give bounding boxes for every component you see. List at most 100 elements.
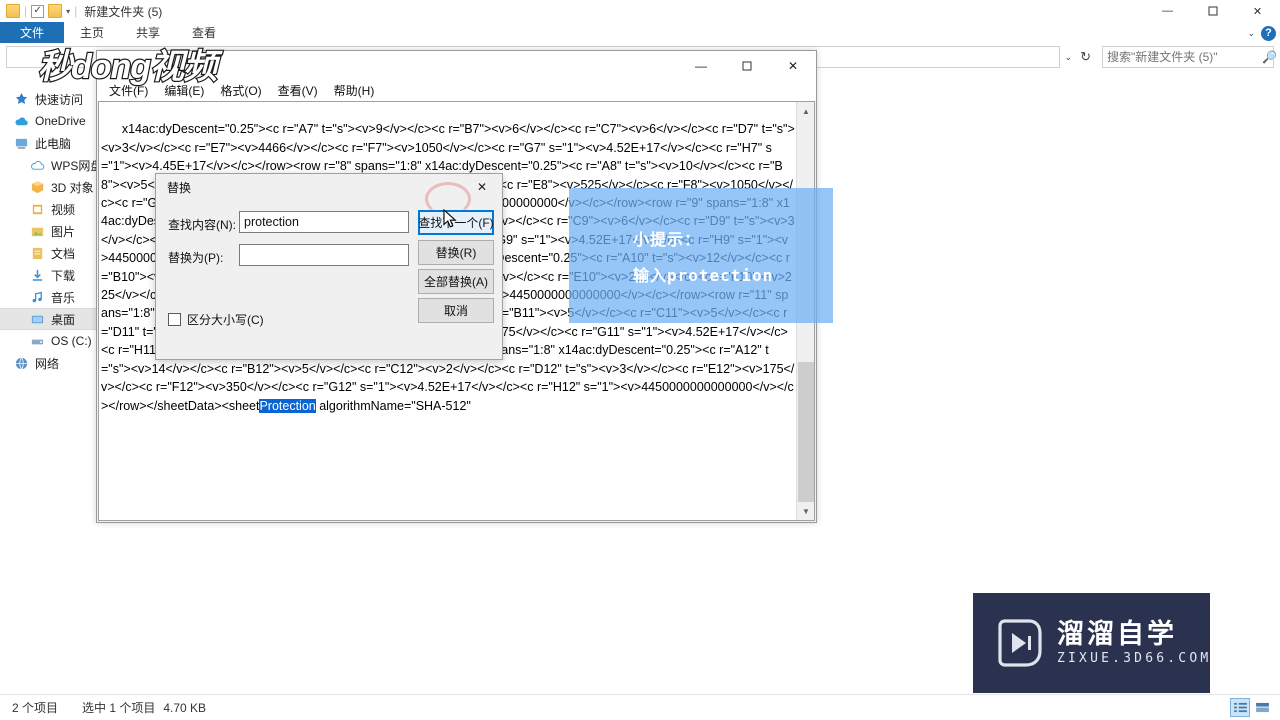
maximize-button[interactable]	[1190, 0, 1235, 22]
find-what-label: 查找内容(N):	[168, 218, 236, 232]
cloud-icon	[14, 114, 29, 129]
cube-icon	[30, 180, 45, 195]
refresh-icon[interactable]: ↻	[1080, 49, 1091, 65]
match-case-label: 区分大小写(C)	[187, 313, 264, 327]
address-bar-end-controls: ⌄ ↻	[1065, 49, 1097, 65]
picture-icon	[30, 224, 45, 239]
cloud-outline-icon	[30, 158, 45, 173]
minimize-button[interactable]: —	[1145, 0, 1190, 22]
find-next-button[interactable]: 查找下一个(F)	[418, 210, 494, 235]
sidebar-item-label: 文档	[51, 246, 76, 261]
sidebar-item-label: 网络	[35, 356, 60, 371]
menu-item-file[interactable]: 文件(F)	[101, 82, 156, 99]
chevron-down-icon[interactable]: ▾	[66, 7, 70, 16]
cancel-button[interactable]: 取消	[418, 298, 494, 323]
sidebar-item-label: 下载	[51, 268, 76, 283]
sidebar-item-label: 3D 对象	[51, 180, 94, 195]
search-icon[interactable]: 🔍	[1262, 50, 1277, 64]
maximize-icon	[742, 61, 752, 71]
play-button-logo-icon	[989, 617, 1045, 669]
toolbar-divider: |	[24, 4, 28, 18]
chevron-down-icon[interactable]: ⌄	[1065, 52, 1073, 63]
sidebar-item-label: 图片	[51, 224, 76, 239]
match-case-checkbox[interactable]	[168, 313, 181, 326]
sidebar-item-label: 视频	[51, 202, 76, 217]
maximize-button[interactable]	[724, 51, 770, 81]
ribbon-collapse-icon[interactable]: ⌄	[1247, 28, 1255, 39]
checkbox-icon[interactable]: ✓	[31, 4, 45, 18]
menu-item-help[interactable]: 帮助(H)	[326, 82, 383, 99]
sidebar-item-label: 音乐	[51, 290, 76, 305]
replace-all-button[interactable]: 全部替换(A)	[418, 269, 494, 294]
close-button[interactable]: ✕	[770, 51, 816, 81]
maximize-icon	[1208, 6, 1217, 16]
hint-instruction: 输入protection	[633, 265, 774, 285]
folder-icon[interactable]	[6, 4, 20, 18]
dialog-title: 替换	[167, 180, 192, 195]
bottom-watermark-logo: 溜溜自学 ZIXUE.3D66.COM	[973, 593, 1210, 693]
view-mode-buttons	[1230, 698, 1280, 717]
ribbon-tab-bar: 文件 主页 共享 查看	[0, 22, 1280, 44]
sidebar-item-label: 快速访问	[35, 92, 84, 107]
sidebar-item-label: OS (C:)	[51, 334, 92, 348]
sidebar-item-label: 桌面	[51, 312, 76, 327]
selection-size-label: 4.70 KB	[163, 700, 207, 715]
ribbon-tab-view[interactable]: 查看	[176, 22, 232, 43]
notepad-menu-bar: 文件(F) 编辑(E) 格式(O) 查看(V) 帮助(H)	[97, 81, 816, 101]
ribbon-tab-home[interactable]: 主页	[64, 22, 120, 43]
sidebar-item-label: 此电脑	[35, 136, 72, 151]
sidebar-item-label: OneDrive	[35, 114, 86, 128]
scrollbar-thumb[interactable]	[798, 362, 814, 502]
ribbon-tab-file[interactable]: 文件	[0, 22, 65, 43]
replace-with-input[interactable]	[239, 244, 409, 266]
menu-item-format[interactable]: 格式(O)	[212, 82, 269, 99]
replace-with-label: 替换为(P):	[168, 251, 224, 265]
status-bar: 2 个项目 选中 1 个项目 4.70 KB	[0, 694, 1280, 720]
dialog-title-bar[interactable]: 替换 ✕	[156, 174, 502, 200]
notepad-window-controls: — ✕	[678, 51, 816, 81]
music-icon	[30, 290, 45, 305]
search-input[interactable]	[1107, 50, 1262, 64]
watermark-url: ZIXUE.3D66.COM	[1057, 651, 1212, 666]
pin-star-icon	[14, 92, 29, 107]
search-box[interactable]: 🔍	[1102, 46, 1277, 68]
item-count-label: 2 个项目	[12, 701, 59, 715]
video-icon	[30, 202, 45, 217]
highlighted-match: Protection	[259, 398, 316, 413]
folder-icon[interactable]	[48, 4, 63, 18]
selection-label: 选中 1 个项目	[82, 701, 156, 715]
sidebar-item-label: WPS网盘	[51, 158, 103, 173]
dialog-close-button[interactable]: ✕	[462, 174, 502, 200]
toolbar-divider: |	[74, 4, 78, 18]
download-icon	[30, 268, 45, 283]
match-case-checkbox-row[interactable]: 区分大小写(C)	[168, 311, 264, 328]
large-icons-view-icon[interactable]	[1252, 698, 1272, 717]
computer-icon	[14, 136, 29, 151]
menu-item-view[interactable]: 查看(V)	[270, 82, 326, 99]
xml-text-after: algorithmName="SHA-512"	[315, 398, 471, 413]
drive-icon	[30, 334, 45, 349]
menu-item-edit[interactable]: 编辑(E)	[156, 82, 212, 99]
help-icon[interactable]: ?	[1261, 25, 1276, 41]
find-what-input[interactable]	[239, 211, 409, 233]
watermark-text-block: 溜溜自学 ZIXUE.3D66.COM	[1057, 619, 1212, 666]
scroll-down-icon[interactable]: ▼	[797, 502, 814, 520]
document-icon	[30, 246, 45, 261]
window-title: 新建文件夹 (5)	[84, 4, 163, 19]
quick-access-toolbar: | ✓ ▾ | 新建文件夹 (5)	[0, 0, 1280, 22]
details-view-icon[interactable]	[1230, 698, 1250, 717]
ribbon-tab-share[interactable]: 共享	[120, 22, 176, 43]
replace-button[interactable]: 替换(R)	[418, 240, 494, 265]
replace-dialog: 替换 ✕ 查找内容(N): 替换为(P): 查找下一个(F) 替换(R) 全部替…	[155, 173, 503, 360]
hint-label: 小提示：	[633, 231, 702, 249]
minimize-button[interactable]: —	[678, 51, 724, 81]
notepad-title-bar[interactable]: — ✕	[97, 51, 816, 81]
explorer-window-controls: — ✕	[1145, 0, 1280, 22]
hint-tooltip-overlay: 小提示： 输入protection	[569, 188, 833, 323]
close-button[interactable]: ✕	[1235, 0, 1280, 22]
network-icon	[14, 356, 29, 371]
ribbon-right-controls: ⌄ ?	[1247, 22, 1276, 44]
scroll-up-icon[interactable]: ▲	[797, 102, 814, 120]
desktop-icon	[30, 312, 45, 327]
watermark-brand: 溜溜自学	[1057, 619, 1177, 649]
